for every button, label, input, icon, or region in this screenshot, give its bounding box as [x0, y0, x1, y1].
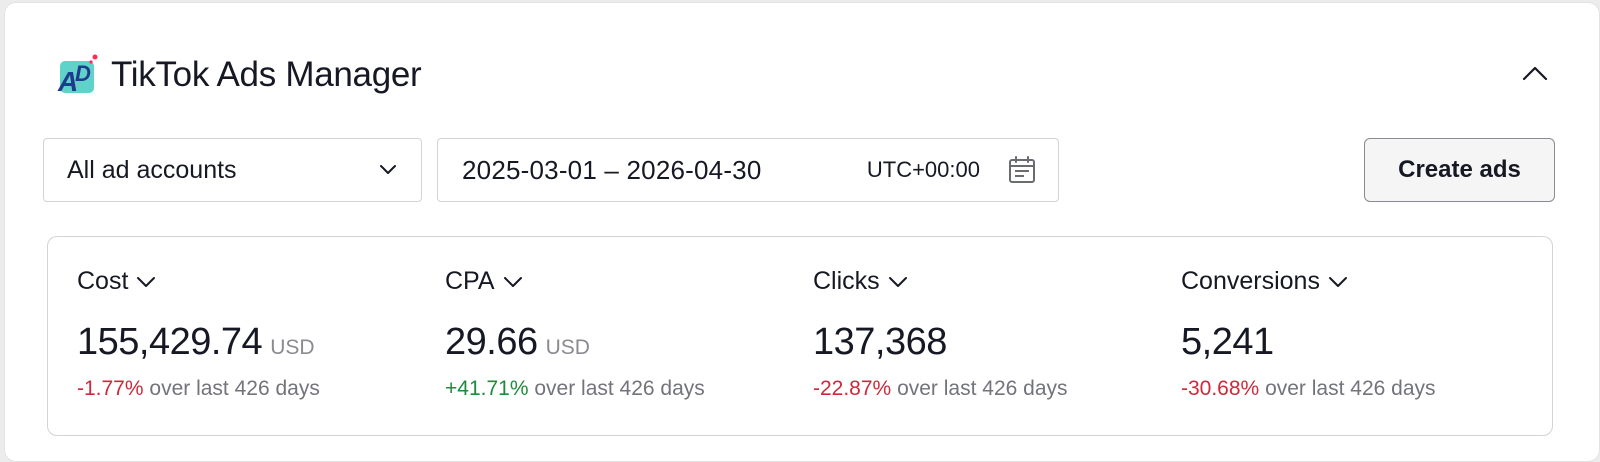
metric-label: Clicks: [813, 267, 880, 295]
chevron-up-icon: [1522, 66, 1548, 81]
tiktok-ads-logo-icon: A D: [53, 51, 101, 99]
metric-change-row: -1.77% over last 426 days: [77, 377, 320, 401]
metric-change-row: -22.87% over last 426 days: [813, 377, 1068, 401]
metric-value: 5,241: [1181, 321, 1274, 363]
page-title: TikTok Ads Manager: [111, 55, 422, 94]
metric-unit: USD: [545, 336, 590, 359]
metric-period: over last 426 days: [534, 377, 705, 400]
create-ads-button[interactable]: Create ads: [1364, 138, 1555, 202]
metric-change: -30.68%: [1181, 377, 1260, 400]
metric-label: Cost: [77, 267, 129, 295]
metric-value-row: 5,241: [1181, 321, 1274, 364]
metric-change-row: -30.68% over last 426 days: [1181, 377, 1436, 401]
metric-selector-clicks[interactable]: Clicks: [813, 267, 908, 296]
date-range-picker[interactable]: 2025-03-01 – 2026-04-30 UTC+00:00: [437, 138, 1059, 202]
metric-change: -22.87%: [813, 377, 892, 400]
date-range-value: 2025-03-01 – 2026-04-30: [462, 154, 762, 185]
timezone-label: UTC+00:00: [866, 157, 980, 182]
ad-account-select-value: All ad accounts: [67, 155, 237, 184]
metric-value-row: 29.66 USD: [445, 321, 590, 364]
metric-value-row: 155,429.74 USD: [77, 321, 315, 364]
ad-account-select[interactable]: All ad accounts: [43, 138, 422, 202]
metric-label: CPA: [445, 267, 495, 295]
chevron-down-icon: [888, 276, 907, 287]
metric-selector-cost[interactable]: Cost: [77, 267, 156, 296]
metric-selector-cpa[interactable]: CPA: [445, 267, 523, 296]
chevron-down-icon: [137, 276, 156, 287]
metric-value: 137,368: [813, 321, 947, 363]
metric-period: over last 426 days: [149, 377, 320, 400]
metric-value-row: 137,368: [813, 321, 947, 364]
metric-period: over last 426 days: [1265, 377, 1436, 400]
metric-value: 29.66: [445, 321, 538, 363]
card-header: A D TikTok Ads Manager: [53, 47, 422, 103]
calendar-icon: [1009, 156, 1035, 183]
metric-unit: USD: [270, 336, 315, 359]
chevron-down-icon: [503, 276, 522, 287]
metric-change: -1.77%: [77, 377, 144, 400]
metric-value: 155,429.74: [77, 321, 263, 363]
svg-text:D: D: [75, 61, 91, 86]
metric-period: over last 426 days: [897, 377, 1068, 400]
chevron-down-icon: [1328, 276, 1347, 287]
metric-change-row: +41.71% over last 426 days: [445, 377, 705, 401]
metrics-panel: Cost 155,429.74 USD -1.77% over last 426…: [47, 236, 1553, 436]
chevron-down-icon: [380, 165, 396, 174]
metric-selector-conversions[interactable]: Conversions: [1181, 267, 1348, 296]
metric-change: +41.71%: [445, 377, 529, 400]
metric-label: Conversions: [1181, 267, 1320, 295]
collapse-button[interactable]: [1519, 57, 1551, 89]
